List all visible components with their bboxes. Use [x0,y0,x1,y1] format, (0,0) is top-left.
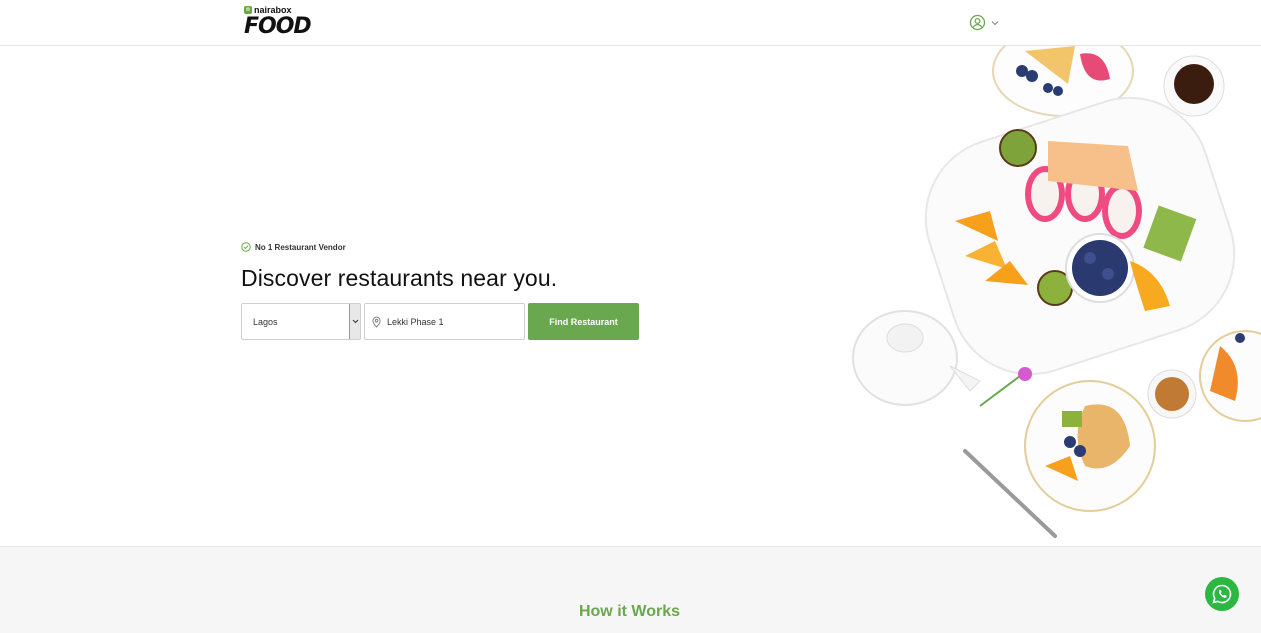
city-select-value: Lagos [253,317,278,327]
site-header: n nairabox FOOD [0,0,1261,46]
restaurant-search-form: Lagos Find Restaurant [241,303,639,340]
select-arrow[interactable] [349,304,360,339]
city-select[interactable]: Lagos [241,303,361,340]
whatsapp-chat-button[interactable] [1205,577,1239,611]
hero-section: No 1 Restaurant Vendor Discover restaura… [0,46,1261,546]
how-it-works-section: How it Works [0,546,1261,633]
check-circle-icon [241,242,251,252]
hero-headline: Discover restaurants near you. [241,265,558,291]
user-account-menu[interactable] [969,14,999,31]
user-circle-icon [969,14,986,31]
food-platter-image [800,46,1261,546]
whatsapp-icon [1212,584,1232,604]
location-field[interactable] [364,303,525,340]
chevron-down-icon [352,319,358,324]
nairabox-food-logo[interactable]: n nairabox FOOD [244,5,312,41]
location-input[interactable] [387,316,507,327]
logo-badge-icon: n [244,6,252,14]
chevron-down-icon [991,20,999,25]
map-pin-icon [372,316,381,328]
vendor-badge: No 1 Restaurant Vendor [241,242,346,252]
vendor-badge-text: No 1 Restaurant Vendor [255,242,346,252]
how-it-works-title: How it Works [578,603,681,620]
logo-brand-main: FOOD [244,14,312,39]
find-restaurant-button[interactable]: Find Restaurant [528,303,639,340]
